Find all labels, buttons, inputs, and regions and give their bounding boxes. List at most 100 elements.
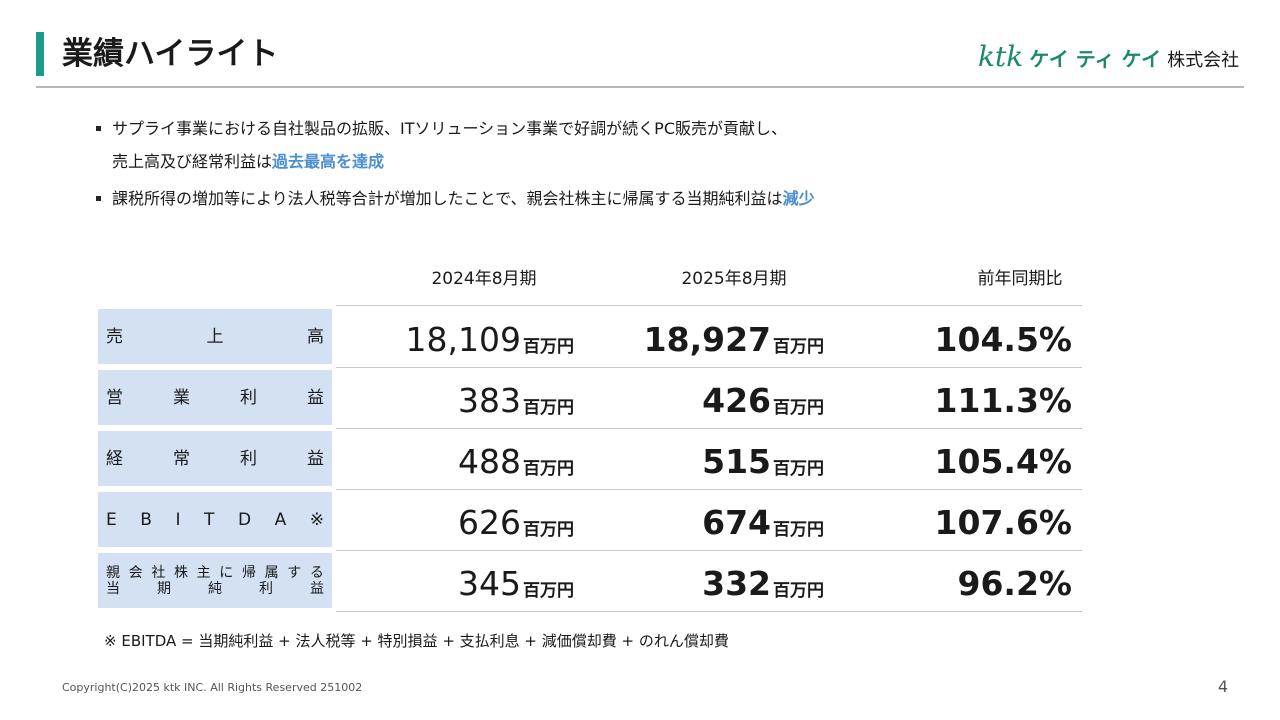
- unit: 百万円: [523, 520, 574, 540]
- unit: 百万円: [773, 581, 824, 601]
- value-curr-ebitda: 674 百万円: [590, 495, 824, 550]
- label-char: T: [204, 509, 215, 530]
- ebitda-footnote: ※ EBITDA = 当期純利益 + 法人税等 + 特別損益 + 支払利息 + …: [104, 632, 729, 650]
- unit: 百万円: [523, 459, 574, 479]
- row-label-sales: 売 上 高: [98, 309, 332, 364]
- label-char: 帰: [241, 564, 256, 581]
- value-prev-sales: 18,109 百万円: [340, 312, 574, 367]
- value-prev-net-income: 345 百万円: [340, 556, 574, 611]
- bullet-text: 課税所得の増加等により法人税等合計が増加したことで、親会社株主に帰属する当期純利…: [112, 189, 783, 208]
- value-prev-ebitda: 626 百万円: [340, 495, 574, 550]
- unit: 百万円: [523, 398, 574, 418]
- header-divider: [36, 86, 1244, 88]
- ratio-ordinary-profit: 105.4%: [934, 442, 1072, 481]
- label-char: 売: [106, 326, 123, 347]
- company-logo: ktk ケイ ティ ケイ 株式会社: [978, 40, 1239, 76]
- label-char: 益: [310, 580, 324, 597]
- label-char: 利: [240, 448, 257, 469]
- label-char: 益: [307, 448, 324, 469]
- ratio-net-income: 96.2%: [957, 564, 1073, 603]
- label-char: 経: [106, 448, 123, 469]
- row-label-net-income: 親 会 社 株 主 に 帰 属 す る 当 期 純 利 益: [98, 553, 332, 608]
- number: 345: [458, 564, 521, 603]
- label-char: E: [106, 509, 117, 530]
- label-char: B: [140, 509, 152, 530]
- row-label-ebitda: E B I T D A ※: [98, 492, 332, 547]
- logo-corp: 株式会社: [1167, 50, 1240, 71]
- ratio-ebitda: 107.6%: [934, 503, 1072, 542]
- unit: 百万円: [523, 337, 574, 357]
- label-char: 益: [307, 387, 324, 408]
- unit: 百万円: [773, 459, 824, 479]
- label-char: 高: [307, 326, 324, 347]
- unit: 百万円: [523, 581, 574, 601]
- label-char: 親: [106, 564, 120, 581]
- number: 332: [702, 564, 771, 603]
- label-char: 株: [173, 564, 188, 581]
- column-header-2024: 2024年8月期: [431, 269, 537, 289]
- label-char: 当: [106, 580, 120, 597]
- value-prev-operating-profit: 383 百万円: [340, 373, 574, 428]
- number: 383: [458, 381, 521, 420]
- label-char: 利: [259, 580, 273, 597]
- label-char: 社: [151, 564, 166, 581]
- number: 426: [702, 381, 771, 420]
- label-char: 上: [206, 326, 224, 347]
- row-label-operating-profit: 営 業 利 益: [98, 370, 332, 425]
- row-label-ordinary-profit: 経 常 利 益: [98, 431, 332, 486]
- number: 626: [458, 503, 521, 542]
- bullet-highlight: 過去最高を達成: [272, 152, 385, 171]
- label-char: 営: [106, 387, 123, 408]
- number: 674: [702, 503, 771, 542]
- bullet-highlight: 減少: [782, 189, 815, 208]
- label-char: D: [237, 509, 252, 530]
- label-char: に: [219, 564, 234, 581]
- label-char: A: [274, 509, 287, 530]
- value-curr-ordinary-profit: 515 百万円: [590, 434, 824, 489]
- logo-ktk: ktk: [978, 40, 1024, 73]
- label-char: る: [309, 564, 324, 581]
- page-title: 業績ハイライト: [62, 36, 279, 72]
- logo-kana: ケイ ティ ケイ: [1029, 47, 1162, 71]
- unit: 百万円: [773, 337, 824, 357]
- page-number: 4: [1217, 677, 1228, 696]
- label-char: ※: [309, 509, 324, 530]
- bullet-item: サプライ事業における自社製品の拡販、ITソリューション事業で好調が続くPC販売が…: [96, 112, 1196, 178]
- number: 18,927: [643, 320, 771, 359]
- label-char: 期: [157, 580, 171, 597]
- value-curr-net-income: 332 百万円: [590, 556, 824, 611]
- row-divider: [336, 428, 1082, 429]
- label-char: す: [287, 564, 302, 581]
- row-divider: [336, 550, 1082, 551]
- bullet-item: 課税所得の増加等により法人税等合計が増加したことで、親会社株主に帰属する当期純利…: [96, 182, 1196, 215]
- label-char: 会: [128, 564, 143, 581]
- label-char: 常: [173, 448, 190, 469]
- value-curr-sales: 18,927 百万円: [590, 312, 824, 367]
- title-accent-bar: [36, 32, 44, 76]
- row-divider: [336, 367, 1082, 368]
- label-char: 利: [240, 387, 257, 408]
- label-char: 主: [196, 564, 211, 581]
- column-header-2025: 2025年8月期: [681, 269, 787, 289]
- label-char: I: [175, 509, 181, 530]
- value-prev-ordinary-profit: 488 百万円: [340, 434, 574, 489]
- row-divider: [336, 489, 1082, 490]
- label-char: 純: [208, 580, 222, 597]
- label-char: 属: [264, 564, 279, 581]
- label-char: 業: [173, 387, 190, 408]
- ratio-sales: 104.5%: [934, 320, 1072, 359]
- copyright: Copyright(C)2025 ktk INC. All Rights Res…: [62, 681, 363, 694]
- column-header-yoy: 前年同期比: [977, 269, 1063, 289]
- bullet-text: サプライ事業における自社製品の拡販、ITソリューション事業で好調が続くPC販売が…: [112, 119, 787, 138]
- table-bottom-border: [336, 611, 1082, 612]
- number: 18,109: [405, 320, 521, 359]
- bullet-text: 売上高及び経常利益は: [112, 152, 273, 171]
- highlight-bullets: サプライ事業における自社製品の拡販、ITソリューション事業で好調が続くPC販売が…: [96, 112, 1196, 219]
- table-top-border: [336, 305, 1082, 306]
- unit: 百万円: [773, 398, 824, 418]
- number: 488: [458, 442, 521, 481]
- unit: 百万円: [773, 520, 824, 540]
- number: 515: [702, 442, 771, 481]
- ratio-operating-profit: 111.3%: [934, 381, 1072, 420]
- value-curr-operating-profit: 426 百万円: [590, 373, 824, 428]
